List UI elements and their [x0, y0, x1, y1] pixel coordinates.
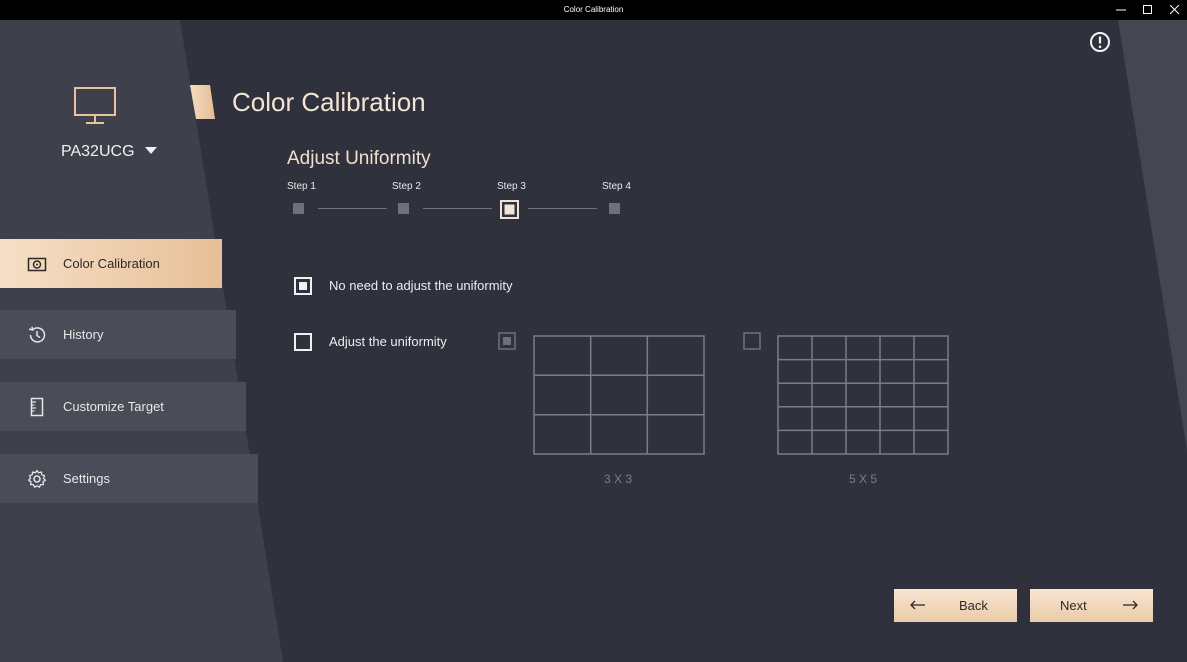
next-label: Next: [1060, 598, 1087, 613]
monitor-icon: [74, 87, 116, 124]
back-button[interactable]: Back: [894, 589, 1017, 622]
grid-3x3-checkbox[interactable]: [498, 332, 516, 350]
step-label: Step 1: [287, 181, 316, 192]
device-name: PA32UCG: [61, 143, 135, 160]
step-indicator: [293, 203, 304, 214]
grid-5x5-caption: 5 X 5: [849, 472, 878, 486]
section-title: Adjust Uniformity: [287, 148, 431, 169]
step-connector: [423, 208, 492, 209]
main-area: PA32UCG Color Calibration History Custom…: [0, 20, 1187, 662]
ruler-icon: [30, 397, 44, 417]
step-connector: [528, 208, 597, 209]
no-adjust-label: No need to adjust the uniformity: [329, 278, 513, 293]
adjust-uniformity-checkbox[interactable]: [294, 333, 312, 351]
step-label: Step 3: [497, 181, 526, 192]
sidebar-item-customize-target[interactable]: Customize Target: [0, 382, 246, 431]
gear-icon: [27, 469, 47, 488]
sidebar-item-label: History: [63, 327, 104, 342]
grid-5x5-checkbox[interactable]: [743, 332, 761, 350]
maximize-button[interactable]: [1134, 0, 1162, 20]
grid-3x3-caption: 3 X 3: [604, 472, 633, 486]
maximize-icon: [1143, 5, 1152, 14]
info-alert-icon[interactable]: [1089, 31, 1111, 53]
next-button[interactable]: Next: [1030, 589, 1153, 622]
step-indicator: [609, 203, 620, 214]
minimize-button[interactable]: [1107, 0, 1135, 20]
close-icon: [1170, 5, 1180, 15]
no-adjust-checkbox[interactable]: [294, 277, 312, 295]
sidebar-item-history[interactable]: History: [0, 310, 236, 359]
close-button[interactable]: [1161, 0, 1187, 20]
arrow-right-icon: [1123, 600, 1138, 610]
adjust-uniformity-label: Adjust the uniformity: [329, 334, 447, 349]
window-title: Color Calibration: [563, 5, 624, 14]
step-indicator: [398, 203, 409, 214]
sidebar-item-label: Color Calibration: [63, 256, 160, 271]
calibration-icon: [27, 257, 47, 272]
page-title: Color Calibration: [232, 87, 426, 117]
title-bar: Color Calibration: [0, 0, 1187, 20]
sidebar-item-settings[interactable]: Settings: [0, 454, 258, 503]
history-icon: [28, 326, 46, 343]
step-connector: [318, 208, 387, 209]
sidebar-item-label: Customize Target: [63, 399, 164, 414]
sidebar-item-label: Settings: [63, 471, 110, 486]
minimize-icon: [1116, 9, 1126, 11]
back-label: Back: [959, 598, 988, 613]
grid-5x5-preview[interactable]: [777, 335, 949, 455]
step-indicator-current: [500, 200, 519, 219]
step-label: Step 2: [392, 181, 421, 192]
step-label: Step 4: [602, 181, 631, 192]
arrow-left-icon: [910, 600, 925, 610]
sidebar-item-color-calibration[interactable]: Color Calibration: [0, 239, 222, 288]
grid-3x3-preview[interactable]: [533, 335, 705, 455]
chevron-down-icon[interactable]: [145, 147, 157, 155]
